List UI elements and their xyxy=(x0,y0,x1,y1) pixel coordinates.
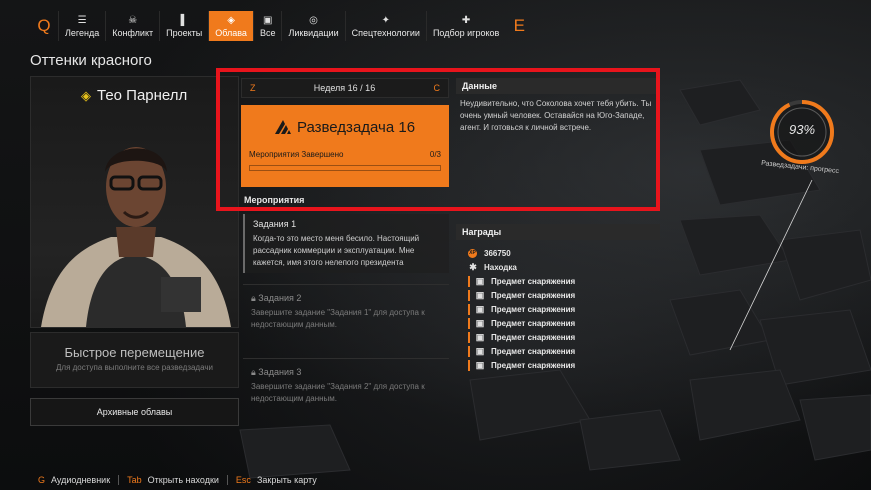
matchmaking-icon: ✚ xyxy=(461,15,471,26)
nav-prev-key[interactable]: Q xyxy=(30,16,58,36)
portrait-illustration xyxy=(41,147,231,327)
character-portrait: ◈ Тео Парнелл xyxy=(30,76,239,328)
xp-icon: XP xyxy=(468,248,477,258)
reward-label: 366750 xyxy=(484,248,511,258)
task-text: Завершите задание "Задания 1" для доступ… xyxy=(251,308,425,329)
reward-gear: ▣ Предмет снаряжения xyxy=(468,316,658,330)
open-finds-key[interactable]: Tab xyxy=(127,475,142,485)
tab-bounties[interactable]: ◎ Ликвидации xyxy=(281,11,344,41)
legend-icon: ☰ xyxy=(77,15,87,26)
gear-icon: ▣ xyxy=(475,289,485,300)
reward-find: ✱ Находка xyxy=(468,260,658,274)
footer-hints: G Аудиодневник Tab Открыть находки Esc З… xyxy=(30,475,317,485)
projects-icon: ▌ xyxy=(180,15,188,26)
fast-travel-hint: Для доступа выполните все разведзадачи xyxy=(55,363,214,372)
nav-next-key[interactable]: E xyxy=(505,16,533,36)
tab-label: Ликвидации xyxy=(288,28,339,38)
tab-label: Подбор игроков xyxy=(432,28,500,38)
task-title: Задания 1 xyxy=(253,219,297,229)
tab-conflict[interactable]: ☠ Конфликт xyxy=(105,11,159,41)
reward-gear: ▣ Предмет снаряжения xyxy=(468,274,658,288)
reward-gear: ▣ Предмет снаряжения xyxy=(468,358,658,372)
task-title: 🔒︎ Задания 2 xyxy=(251,292,441,304)
task-title-text: Задания 3 xyxy=(258,367,302,377)
reward-label: Находка xyxy=(484,262,517,272)
reward-gear: ▣ Предмет снаряжения xyxy=(468,330,658,344)
progress-percent: 93% xyxy=(788,122,816,137)
task-text: Завершите задание "Задания 2" для доступ… xyxy=(251,382,425,403)
top-nav: Q ☰ Легенда ☠ Конфликт ▌ Проекты ◈ Облав… xyxy=(30,11,533,41)
gear-icon: ▣ xyxy=(475,345,485,356)
task-text: Когда-то это место меня бесило. Настоящи… xyxy=(253,234,420,267)
conflict-icon: ☠ xyxy=(128,15,138,26)
rewards-list: XP 366750 ✱ Находка ▣ Предмет снаряжения ▣ П… xyxy=(468,246,658,372)
tab-legend[interactable]: ☰ Легенда xyxy=(58,11,105,41)
tab-label: Все xyxy=(259,28,276,38)
find-icon: ✱ xyxy=(469,261,477,272)
manhunt-icon: ◈ xyxy=(227,15,235,26)
reward-gear: ▣ Предмет снаряжения xyxy=(468,344,658,358)
open-finds-label[interactable]: Открыть находки xyxy=(148,475,219,485)
reward-label: Предмет снаряжения xyxy=(491,346,576,356)
reward-label: Предмет снаряжения xyxy=(491,318,576,328)
task-title-text: Задания 2 xyxy=(258,293,302,303)
reward-label: Предмет снаряжения xyxy=(491,360,576,370)
divider xyxy=(118,475,120,485)
close-map-label[interactable]: Закрыть карту xyxy=(257,475,317,485)
archived-manhunts-button[interactable]: Архивные облавы xyxy=(30,398,239,426)
tab-label: Легенда xyxy=(65,28,100,38)
gear-icon: ▣ xyxy=(475,331,485,342)
highlight-box xyxy=(216,68,660,211)
tab-label: Проекты xyxy=(166,28,203,38)
gear-icon: ▣ xyxy=(475,317,485,328)
reward-label: Предмет снаряжения xyxy=(491,332,576,342)
reward-gear: ▣ Предмет снаряжения xyxy=(468,302,658,316)
audio-log-label[interactable]: Аудиодневник xyxy=(51,475,110,485)
gear-icon: ▣ xyxy=(475,359,485,370)
fast-travel-title: Быстрое перемещение xyxy=(64,345,205,360)
tab-label: Конфликт xyxy=(112,28,154,38)
tech-icon: ✦ xyxy=(381,15,390,26)
task-1[interactable]: Задания 1 Когда-то это место меня бесило… xyxy=(243,214,449,273)
character-panel: ◈ Тео Парнелл Быстрое перемещение Для дос… xyxy=(30,76,239,426)
audio-log-key[interactable]: G xyxy=(38,475,45,485)
tab-all[interactable]: ▣ Все xyxy=(252,11,282,41)
target-icon: ◎ xyxy=(309,15,318,26)
reward-label: Предмет снаряжения xyxy=(491,276,576,286)
tab-projects[interactable]: ▌ Проекты xyxy=(159,11,208,41)
close-map-key[interactable]: Esc xyxy=(236,475,251,485)
divider xyxy=(226,475,228,485)
tab-label: Облава xyxy=(215,28,247,38)
task-3[interactable]: 🔒︎ Задания 3 Завершите задание "Задания … xyxy=(243,362,449,409)
task-title: 🔒︎ Задания 3 xyxy=(251,366,441,378)
divider xyxy=(243,284,449,285)
all-icon: ▣ xyxy=(262,15,273,26)
fast-travel-panel: Быстрое перемещение Для доступа выполнит… xyxy=(30,332,239,388)
rewards-header: Награды xyxy=(456,224,660,240)
tab-label: Спецтехнологии xyxy=(351,28,420,38)
tab-tech[interactable]: ✦ Спецтехнологии xyxy=(344,11,426,41)
gear-icon: ▣ xyxy=(475,303,485,314)
tab-manhunt[interactable]: ◈ Облава xyxy=(208,11,253,41)
reward-xp: XP 366750 xyxy=(468,246,658,260)
divider xyxy=(243,358,449,359)
reward-gear: ▣ Предмет снаряжения xyxy=(468,288,658,302)
gear-icon: ▣ xyxy=(475,275,485,286)
task-2[interactable]: 🔒︎ Задания 2 Завершите задание "Задания … xyxy=(243,288,449,335)
page-title: Оттенки красного xyxy=(30,52,152,69)
reward-label: Предмет снаряжения xyxy=(491,304,576,314)
tab-matchmaking[interactable]: ✚ Подбор игроков xyxy=(425,11,505,41)
reward-label: Предмет снаряжения xyxy=(491,290,576,300)
